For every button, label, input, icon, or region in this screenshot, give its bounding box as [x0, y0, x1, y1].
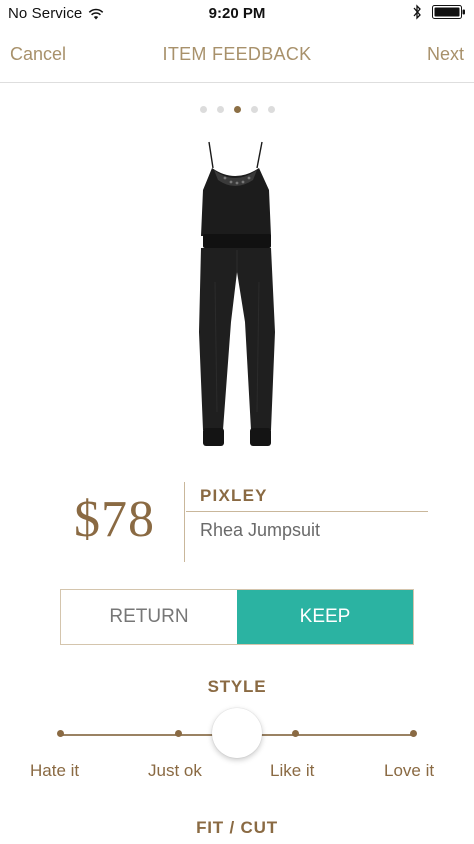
product-info: $78 PIXLEY Rhea Jumpsuit	[0, 482, 474, 564]
style-rating-thumb[interactable]	[212, 708, 262, 758]
page-title: ITEM FEEDBACK	[162, 44, 312, 64]
price: $78	[74, 491, 155, 548]
style-section-title: STYLE	[207, 677, 267, 696]
item-feedback-screen: No Service 9:20 PM Cancel ITEM FEEDBACK …	[0, 0, 474, 844]
rating-stop-hate-it[interactable]	[57, 730, 64, 737]
page-dot	[199, 106, 207, 113]
bluetooth-icon	[413, 4, 421, 20]
rating-label-hate-it[interactable]: Hate it	[30, 761, 79, 781]
rating-stop-just-ok[interactable]	[175, 730, 182, 737]
next-button[interactable]: Next	[427, 44, 464, 65]
jumpsuit-image	[199, 141, 275, 446]
return-button[interactable]: RETURN	[61, 590, 237, 644]
return-keep-toggle: RETURN KEEP	[60, 589, 414, 645]
page-dot	[267, 106, 275, 113]
fit-cut-section-title: FIT / CUT	[196, 818, 278, 837]
status-right	[412, 4, 466, 20]
rating-label-just-ok[interactable]: Just ok	[148, 761, 202, 781]
status-time: 9:20 PM	[208, 5, 266, 22]
rating-label-like-it[interactable]: Like it	[270, 761, 314, 781]
page-indicator	[0, 106, 474, 113]
page-dot	[250, 106, 258, 113]
rating-label-love-it[interactable]: Love it	[384, 761, 434, 781]
rating-stop-like-it[interactable]	[292, 730, 299, 737]
rating-stop-love-it[interactable]	[410, 730, 417, 737]
horizontal-divider	[186, 511, 428, 512]
item-name: Rhea Jumpsuit	[200, 520, 321, 540]
keep-button[interactable]: KEEP	[237, 590, 413, 644]
page-dot	[216, 106, 224, 113]
battery-icon	[432, 5, 465, 19]
status-bar: No Service 9:20 PM	[0, 0, 474, 28]
nav-bar: Cancel ITEM FEEDBACK Next	[0, 28, 474, 83]
page-dot-active	[233, 106, 241, 113]
vertical-divider	[184, 482, 185, 562]
brand-name: PIXLEY	[200, 486, 268, 505]
